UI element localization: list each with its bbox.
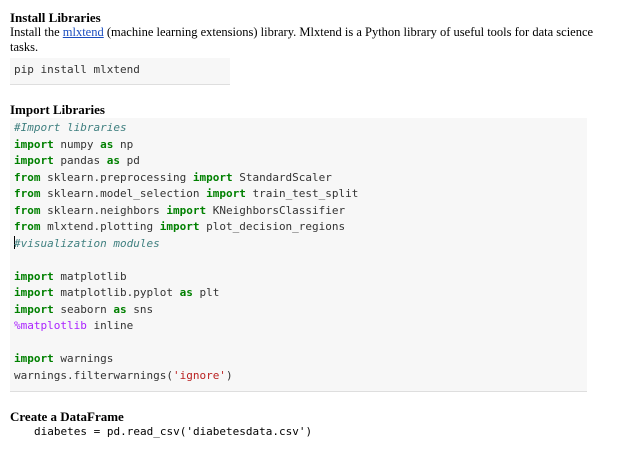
code-token: import: [14, 137, 54, 151]
code-token: sklearn.model_selection: [40, 187, 207, 200]
code-token: matplotlib: [53, 269, 127, 283]
code-token: plot_decision_regions: [199, 220, 346, 233]
code-token: ): [225, 368, 233, 382]
code-token: import: [14, 269, 54, 283]
code-token: inline: [86, 319, 134, 332]
code-token: import: [14, 286, 54, 299]
code-token: from: [14, 203, 41, 217]
code-token: KNeighborsClassifier: [206, 203, 346, 217]
code-line: import numpy as np: [14, 137, 133, 154]
install-libraries-heading: Install Libraries: [10, 10, 101, 25]
code-line: from sklearn.neighbors import KNeighbors…: [14, 203, 345, 220]
code-line: from sklearn.preprocessing import Standa…: [14, 170, 332, 187]
code-token: warnings: [53, 352, 114, 365]
code-token: pandas: [53, 154, 107, 167]
code-token: import: [14, 154, 54, 167]
code-token: as: [179, 286, 193, 299]
code-token: as: [113, 302, 127, 316]
code-token: plt: [192, 286, 220, 299]
code-line: import seaborn as sns: [14, 302, 153, 319]
code-token: import: [14, 352, 54, 365]
code-token: import: [166, 203, 207, 217]
import-libraries-heading: Import Libraries: [10, 102, 105, 117]
code-token: numpy: [53, 137, 101, 151]
mlxtend-link[interactable]: mlxtend: [63, 25, 104, 39]
code-token: #visualization modules: [14, 236, 160, 250]
code-token: as: [100, 137, 114, 151]
code-line: import warnings: [14, 351, 113, 368]
code-token: from: [14, 170, 41, 184]
install-description-start: Install the: [10, 25, 63, 39]
code-token: np: [113, 137, 134, 151]
code-line: #visualization modules: [14, 235, 160, 253]
code-line: from mlxtend.plotting import plot_decisi…: [14, 219, 345, 236]
code-token: from: [14, 187, 41, 200]
code-token: from: [14, 220, 41, 233]
code-token: import: [14, 302, 54, 316]
read-csv-code: diabetes = pd.read_csv('diabetesdata.csv…: [34, 425, 313, 438]
code-token: train_test_split: [245, 187, 359, 200]
code-token: 'ignore': [172, 368, 226, 382]
code-token: mlxtend.plotting: [40, 220, 160, 233]
code-token: sklearn.neighbors: [40, 203, 167, 217]
code-token: pd: [119, 154, 140, 167]
code-token: matplotlib.pyplot: [53, 286, 180, 299]
code-token: import: [159, 220, 200, 233]
code-token: as: [106, 154, 120, 167]
code-token: #Import libraries: [14, 121, 127, 134]
code-line: import matplotlib.pyplot as plt: [14, 285, 219, 302]
code-line: #Import libraries: [14, 120, 127, 137]
create-dataframe-heading: Create a DataFrame: [10, 409, 124, 424]
code-token: sklearn.preprocessing: [40, 170, 193, 184]
code-token: import: [192, 170, 233, 184]
code-token: sns: [126, 302, 154, 316]
code-token: seaborn: [53, 302, 114, 316]
install-description: Install the mlxtend (machine learning ex…: [10, 25, 600, 55]
code-token: StandardScaler: [232, 170, 332, 184]
code-line: %matplotlib inline: [14, 318, 133, 335]
code-line: import matplotlib: [14, 269, 127, 286]
code-token: %matplotlib: [14, 319, 87, 332]
code-token: import: [206, 187, 246, 200]
code-line: from sklearn.model_selection import trai…: [14, 186, 358, 203]
code-line: import pandas as pd: [14, 153, 140, 170]
pip-install-command: pip install mlxtend: [14, 63, 140, 76]
code-token: warnings.filterwarnings(: [14, 368, 173, 382]
code-line: warnings.filterwarnings('ignore'): [14, 368, 233, 385]
